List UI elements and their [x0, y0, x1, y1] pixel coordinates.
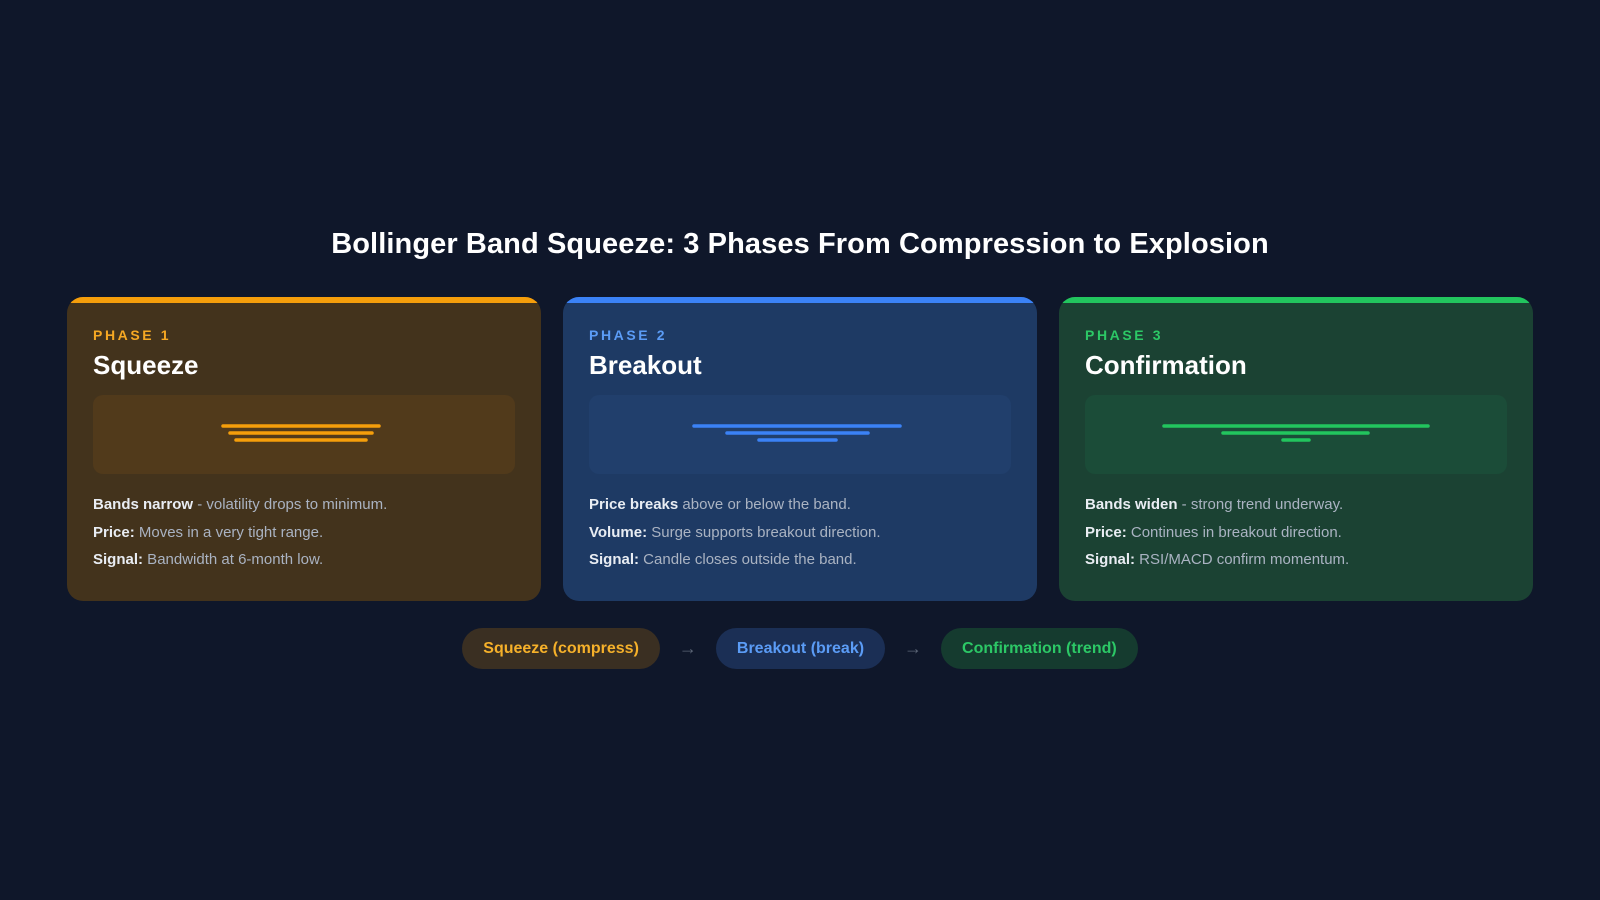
phase-name: Confirmation — [1085, 350, 1247, 380]
accent-bar — [1059, 297, 1533, 303]
description-line: Price breaks above or below the band. — [589, 496, 851, 513]
phase-card-breakout: PHASE 2 Breakout Price breaks above or b… — [563, 297, 1037, 601]
phase-cards: PHASE 1 Squeeze Bands narrow - volatilit… — [67, 297, 1533, 601]
accent-bar — [563, 297, 1037, 303]
phase-label: PHASE 1 — [93, 327, 172, 343]
band-illustration — [93, 395, 515, 474]
description-line: Volume: Surge supports breakout directio… — [589, 523, 881, 541]
band-lines-icon — [221, 424, 381, 442]
description-line: Bands widen - strong trend underway. — [1085, 496, 1344, 513]
phase-name: Squeeze — [93, 350, 199, 380]
phase-card-squeeze: PHASE 1 Squeeze Bands narrow - volatilit… — [67, 297, 541, 601]
phase-description: Price breaks above or below the band. Vo… — [589, 495, 1011, 578]
arrow-right-icon: → — [904, 638, 923, 658]
phase-description: Bands narrow - volatility drops to minim… — [93, 495, 515, 578]
band-illustration — [1085, 395, 1507, 474]
flow-pill-squeeze: Squeeze (compress) — [462, 628, 660, 669]
phase-label: PHASE 2 — [589, 327, 668, 343]
band-lines-icon — [1162, 424, 1430, 442]
description-line: Signal: RSI/MACD confirm momentum. — [1085, 551, 1350, 568]
description-line: Bands narrow - volatility drops to minim… — [93, 496, 388, 513]
band-lines-icon — [692, 424, 902, 442]
description-line: Price: Continues in breakout direction. — [1085, 523, 1342, 541]
page-title: Bollinger Band Squeeze: 3 Phases From Co… — [331, 228, 1269, 260]
description-line: Signal: Candle closes outside the band. — [589, 551, 857, 568]
description-line: Signal: Bandwidth at 6-month low. — [93, 551, 324, 568]
phase-description: Bands widen - strong trend underway. Pri… — [1085, 495, 1507, 578]
phase-label: PHASE 3 — [1085, 327, 1164, 343]
flow-pill-breakout: Breakout (break) — [715, 628, 886, 669]
accent-bar — [67, 297, 541, 303]
arrow-right-icon: → — [678, 638, 697, 658]
phase-name: Breakout — [589, 350, 702, 380]
band-illustration — [589, 395, 1011, 474]
phase-flow: Squeeze (compress) → Breakout (break) → … — [0, 628, 1600, 669]
phase-card-confirmation: PHASE 3 Confirmation Bands widen - stron… — [1059, 297, 1533, 601]
flow-pill-confirmation: Confirmation (trend) — [941, 628, 1138, 669]
description-line: Price: Moves in a very tight range. — [93, 523, 324, 541]
